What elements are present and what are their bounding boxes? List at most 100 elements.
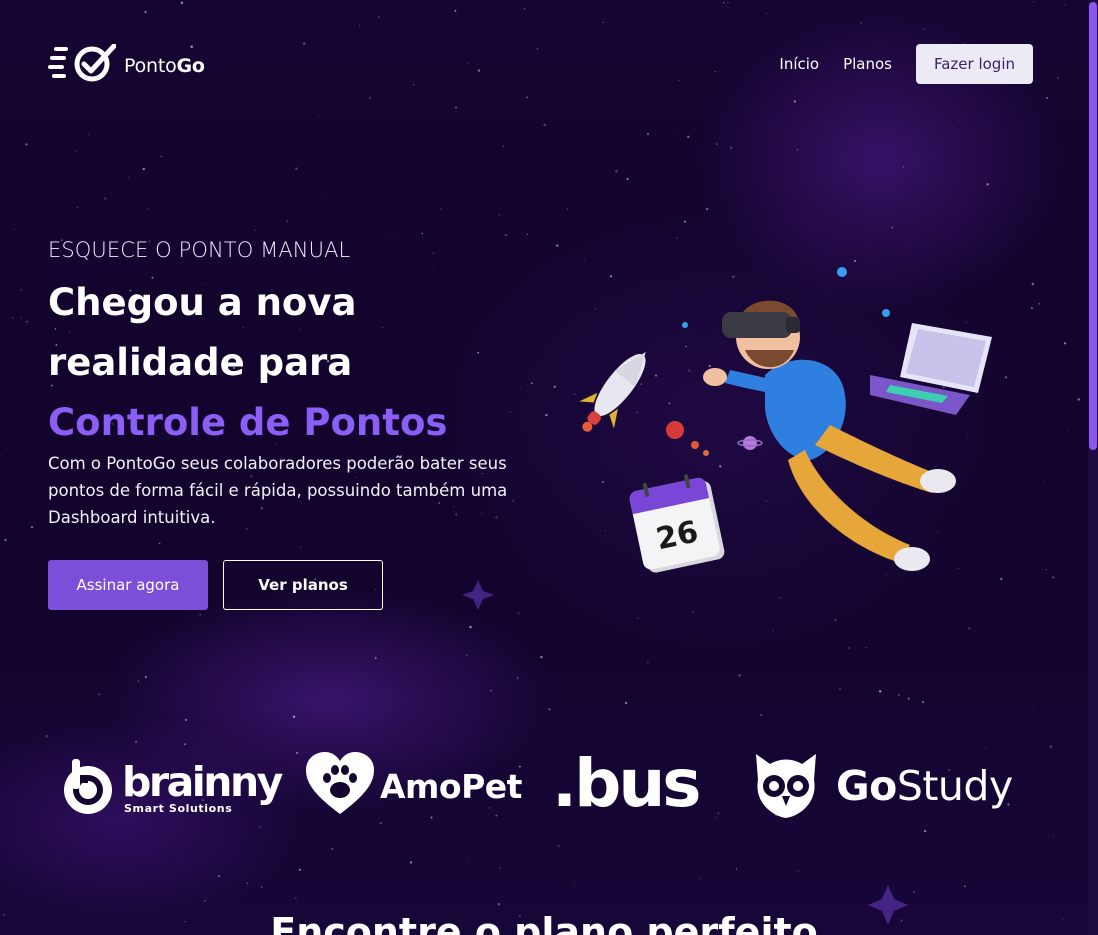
- headline-accent: Controle de Pontos: [48, 401, 448, 444]
- star-dot: [439, 207, 442, 210]
- star-dot: [530, 382, 533, 385]
- star-dot: [878, 690, 882, 693]
- star-dot: [378, 16, 380, 18]
- star-dot: [526, 96, 528, 99]
- scrollbar-thumb[interactable]: [1089, 2, 1097, 450]
- star-dot: [1033, 706, 1035, 708]
- hero-description: Com o PontoGo seus colaboradores poderão…: [48, 454, 508, 527]
- star-dot: [374, 657, 377, 659]
- star-dot: [83, 823, 85, 825]
- partner-brainny: brainny Smart Solutions: [58, 755, 283, 821]
- star-dot: [82, 101, 84, 103]
- star-dot: [295, 167, 298, 170]
- star-dot: [865, 647, 867, 648]
- star-dot: [913, 891, 916, 893]
- star-dot: [286, 220, 289, 223]
- star-dot: [137, 679, 140, 683]
- star-dot: [454, 9, 457, 12]
- star-dot: [860, 22, 863, 24]
- nav-link-planos[interactable]: Planos: [843, 55, 892, 73]
- star-dot: [246, 882, 249, 885]
- star-dot: [292, 715, 296, 718]
- star-dot: [722, 1, 725, 4]
- star-dot: [1052, 576, 1055, 579]
- brainny-logo-icon: [58, 755, 116, 821]
- star-dot: [499, 866, 502, 869]
- star-dot: [540, 655, 543, 659]
- page-scrollbar[interactable]: [1088, 0, 1098, 935]
- star-dot: [295, 751, 299, 755]
- star-dot: [469, 625, 472, 629]
- star-dot: [566, 208, 568, 210]
- login-button[interactable]: Fazer login: [916, 44, 1033, 84]
- star-dot: [602, 21, 604, 24]
- star-dot: [25, 143, 28, 146]
- paw-heart-icon: [306, 752, 374, 820]
- star-dot: [391, 233, 393, 235]
- brand-name: PontoGo: [124, 55, 205, 77]
- rocket-icon: [579, 351, 646, 432]
- star-dot: [1046, 97, 1049, 99]
- star-dot: [97, 693, 101, 696]
- star-dot: [705, 207, 709, 211]
- star-dot: [88, 133, 90, 136]
- bus-wordmark: .bus: [552, 745, 702, 822]
- star-dot: [76, 206, 78, 208]
- star-dot: [673, 132, 675, 134]
- pontogo-logo-icon: [48, 43, 117, 88]
- star-dot: [104, 197, 107, 200]
- star-dot: [548, 708, 551, 711]
- star-dot: [260, 886, 263, 888]
- star-dot: [626, 177, 629, 181]
- star-dot: [711, 6, 713, 8]
- subscribe-button[interactable]: Assinar agora: [48, 560, 208, 610]
- star-dot: [760, 714, 762, 716]
- calendar-icon: 26: [629, 474, 725, 573]
- star-dot: [258, 825, 261, 828]
- star-dot: [1049, 745, 1053, 749]
- pontogo-logo[interactable]: PontoGo: [48, 43, 205, 88]
- star-dot: [0, 454, 1, 457]
- star-dot: [637, 617, 639, 619]
- gostudy-wordmark: GoStudy: [836, 762, 1013, 810]
- star-dot: [184, 743, 186, 746]
- star-dot: [793, 100, 796, 103]
- star-dot: [968, 627, 970, 630]
- star-dot: [14, 228, 16, 230]
- owl-icon: [752, 750, 820, 822]
- star-dot: [834, 619, 837, 622]
- star-dot: [502, 145, 505, 148]
- star-dot: [160, 155, 163, 158]
- nav-link-inicio[interactable]: Início: [779, 55, 819, 73]
- star-dot: [988, 703, 990, 705]
- view-plans-button[interactable]: Ver planos: [223, 560, 383, 610]
- star-dot: [717, 812, 720, 814]
- star-dot: [368, 96, 371, 100]
- star-dot: [490, 690, 492, 692]
- star-dot: [543, 123, 546, 127]
- star-dot: [796, 149, 798, 151]
- star-dot: [738, 674, 741, 677]
- star-dot: [1064, 4, 1066, 6]
- star-dot: [964, 885, 966, 888]
- star-dot: [524, 8, 526, 10]
- partner-gostudy: GoStudy: [752, 750, 1013, 822]
- star-dot: [848, 647, 850, 649]
- star-dot: [11, 317, 14, 320]
- star-dot: [859, 127, 861, 129]
- star-dot: [295, 897, 297, 899]
- star-dot: [553, 385, 556, 388]
- star-dot: [465, 654, 468, 657]
- star-dot: [331, 847, 334, 850]
- sparkle-star: [462, 580, 494, 610]
- star-dot: [957, 120, 959, 122]
- star-dot: [574, 881, 576, 883]
- star-dot: [797, 870, 799, 872]
- star-dot: [303, 42, 306, 45]
- star-dot: [217, 875, 220, 878]
- star-dot: [923, 28, 925, 30]
- partner-bus: .bus: [552, 745, 702, 822]
- star-dot: [298, 868, 301, 871]
- star-dot: [1052, 834, 1054, 837]
- star-dot: [128, 176, 130, 179]
